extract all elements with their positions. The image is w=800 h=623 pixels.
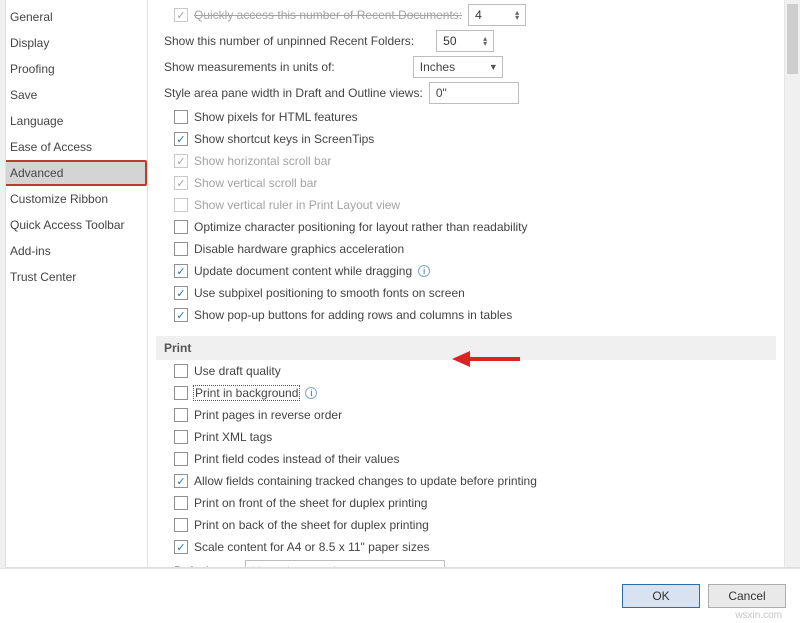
subpixel-checkbox[interactable]: ✓ (174, 286, 188, 300)
vertical-scrollbar[interactable] (784, 0, 800, 567)
scale-content-checkbox[interactable]: ✓ (174, 540, 188, 554)
spin-arrows-icon: ▴▾ (511, 10, 523, 20)
show-vruler-checkbox (174, 198, 188, 212)
advanced-options-panel: ✓ Quickly access this number of Recent D… (148, 0, 784, 567)
reverse-order-checkbox[interactable] (174, 408, 188, 422)
tracked-changes-label: Allow fields containing tracked changes … (194, 474, 537, 488)
subpixel-label: Use subpixel positioning to smooth fonts… (194, 286, 465, 300)
reverse-order-label: Print pages in reverse order (194, 408, 342, 422)
print-back-checkbox[interactable] (174, 518, 188, 532)
style-area-input[interactable]: 0" (429, 82, 519, 104)
draft-quality-label: Use draft quality (194, 364, 281, 378)
default-tray-dropdown[interactable]: Use printer settings▼ (245, 560, 445, 567)
show-hscroll-checkbox: ✓ (174, 154, 188, 168)
default-tray-label: Default tray: (174, 564, 239, 567)
show-pixels-checkbox[interactable] (174, 110, 188, 124)
print-background-label: Print in background (194, 386, 299, 400)
ok-button[interactable]: OK (622, 584, 700, 608)
show-hscroll-label: Show horizontal scroll bar (194, 154, 331, 168)
measurement-units-dropdown[interactable]: Inches▼ (413, 56, 503, 78)
sidebar-item-ease-of-access[interactable]: Ease of Access (0, 134, 147, 160)
show-shortcut-keys-checkbox[interactable]: ✓ (174, 132, 188, 146)
field-codes-checkbox[interactable] (174, 452, 188, 466)
disable-hw-accel-checkbox[interactable] (174, 242, 188, 256)
draft-quality-checkbox[interactable] (174, 364, 188, 378)
info-icon[interactable]: i (418, 265, 430, 277)
field-codes-label: Print field codes instead of their value… (194, 452, 399, 466)
optimize-positioning-checkbox[interactable] (174, 220, 188, 234)
update-dragging-checkbox[interactable]: ✓ (174, 264, 188, 278)
quick-access-label: Quickly access this number of Recent Doc… (194, 8, 462, 22)
show-vscroll-checkbox: ✓ (174, 176, 188, 190)
print-back-label: Print on back of the sheet for duplex pr… (194, 518, 429, 532)
popup-buttons-checkbox[interactable]: ✓ (174, 308, 188, 322)
xml-tags-checkbox[interactable] (174, 430, 188, 444)
spin-arrows-icon: ▴▾ (479, 36, 491, 46)
measurement-units-label: Show measurements in units of: (164, 60, 335, 74)
quick-access-checkbox[interactable]: ✓ (174, 8, 188, 22)
sidebar-item-quick-access-toolbar[interactable]: Quick Access Toolbar (0, 212, 147, 238)
options-sidebar: General Display Proofing Save Language E… (0, 0, 148, 567)
chevron-down-icon: ▼ (431, 566, 440, 567)
chevron-down-icon: ▼ (489, 62, 498, 72)
dialog-footer: OK Cancel (0, 568, 800, 623)
show-shortcut-keys-label: Show shortcut keys in ScreenTips (194, 132, 374, 146)
scrollbar-thumb[interactable] (787, 4, 798, 74)
scale-content-label: Scale content for A4 or 8.5 x 11" paper … (194, 540, 430, 554)
recent-folders-label: Show this number of unpinned Recent Fold… (164, 34, 414, 48)
style-area-label: Style area pane width in Draft and Outli… (164, 86, 423, 100)
print-background-checkbox[interactable] (174, 386, 188, 400)
sidebar-item-general[interactable]: General (0, 4, 147, 30)
update-dragging-label: Update document content while dragging (194, 264, 412, 278)
print-front-label: Print on front of the sheet for duplex p… (194, 496, 427, 510)
tracked-changes-checkbox[interactable]: ✓ (174, 474, 188, 488)
sidebar-item-proofing[interactable]: Proofing (0, 56, 147, 82)
show-vruler-label: Show vertical ruler in Print Layout view (194, 198, 400, 212)
sidebar-item-customize-ribbon[interactable]: Customize Ribbon (0, 186, 147, 212)
sidebar-item-save[interactable]: Save (0, 82, 147, 108)
cancel-button[interactable]: Cancel (708, 584, 786, 608)
show-vscroll-label: Show vertical scroll bar (194, 176, 317, 190)
quick-access-spin[interactable]: 4▴▾ (468, 4, 526, 26)
xml-tags-label: Print XML tags (194, 430, 272, 444)
popup-buttons-label: Show pop-up buttons for adding rows and … (194, 308, 512, 322)
sidebar-item-advanced[interactable]: Advanced (0, 160, 147, 186)
recent-folders-spin[interactable]: 50▴▾ (436, 30, 494, 52)
sidebar-item-trust-center[interactable]: Trust Center (0, 264, 147, 290)
sidebar-item-display[interactable]: Display (0, 30, 147, 56)
print-front-checkbox[interactable] (174, 496, 188, 510)
sidebar-item-add-ins[interactable]: Add-ins (0, 238, 147, 264)
disable-hw-accel-label: Disable hardware graphics acceleration (194, 242, 404, 256)
optimize-positioning-label: Optimize character positioning for layou… (194, 220, 528, 234)
print-section-header: Print (156, 336, 776, 360)
sidebar-item-language[interactable]: Language (0, 108, 147, 134)
show-pixels-label: Show pixels for HTML features (194, 110, 358, 124)
info-icon[interactable]: i (305, 387, 317, 399)
